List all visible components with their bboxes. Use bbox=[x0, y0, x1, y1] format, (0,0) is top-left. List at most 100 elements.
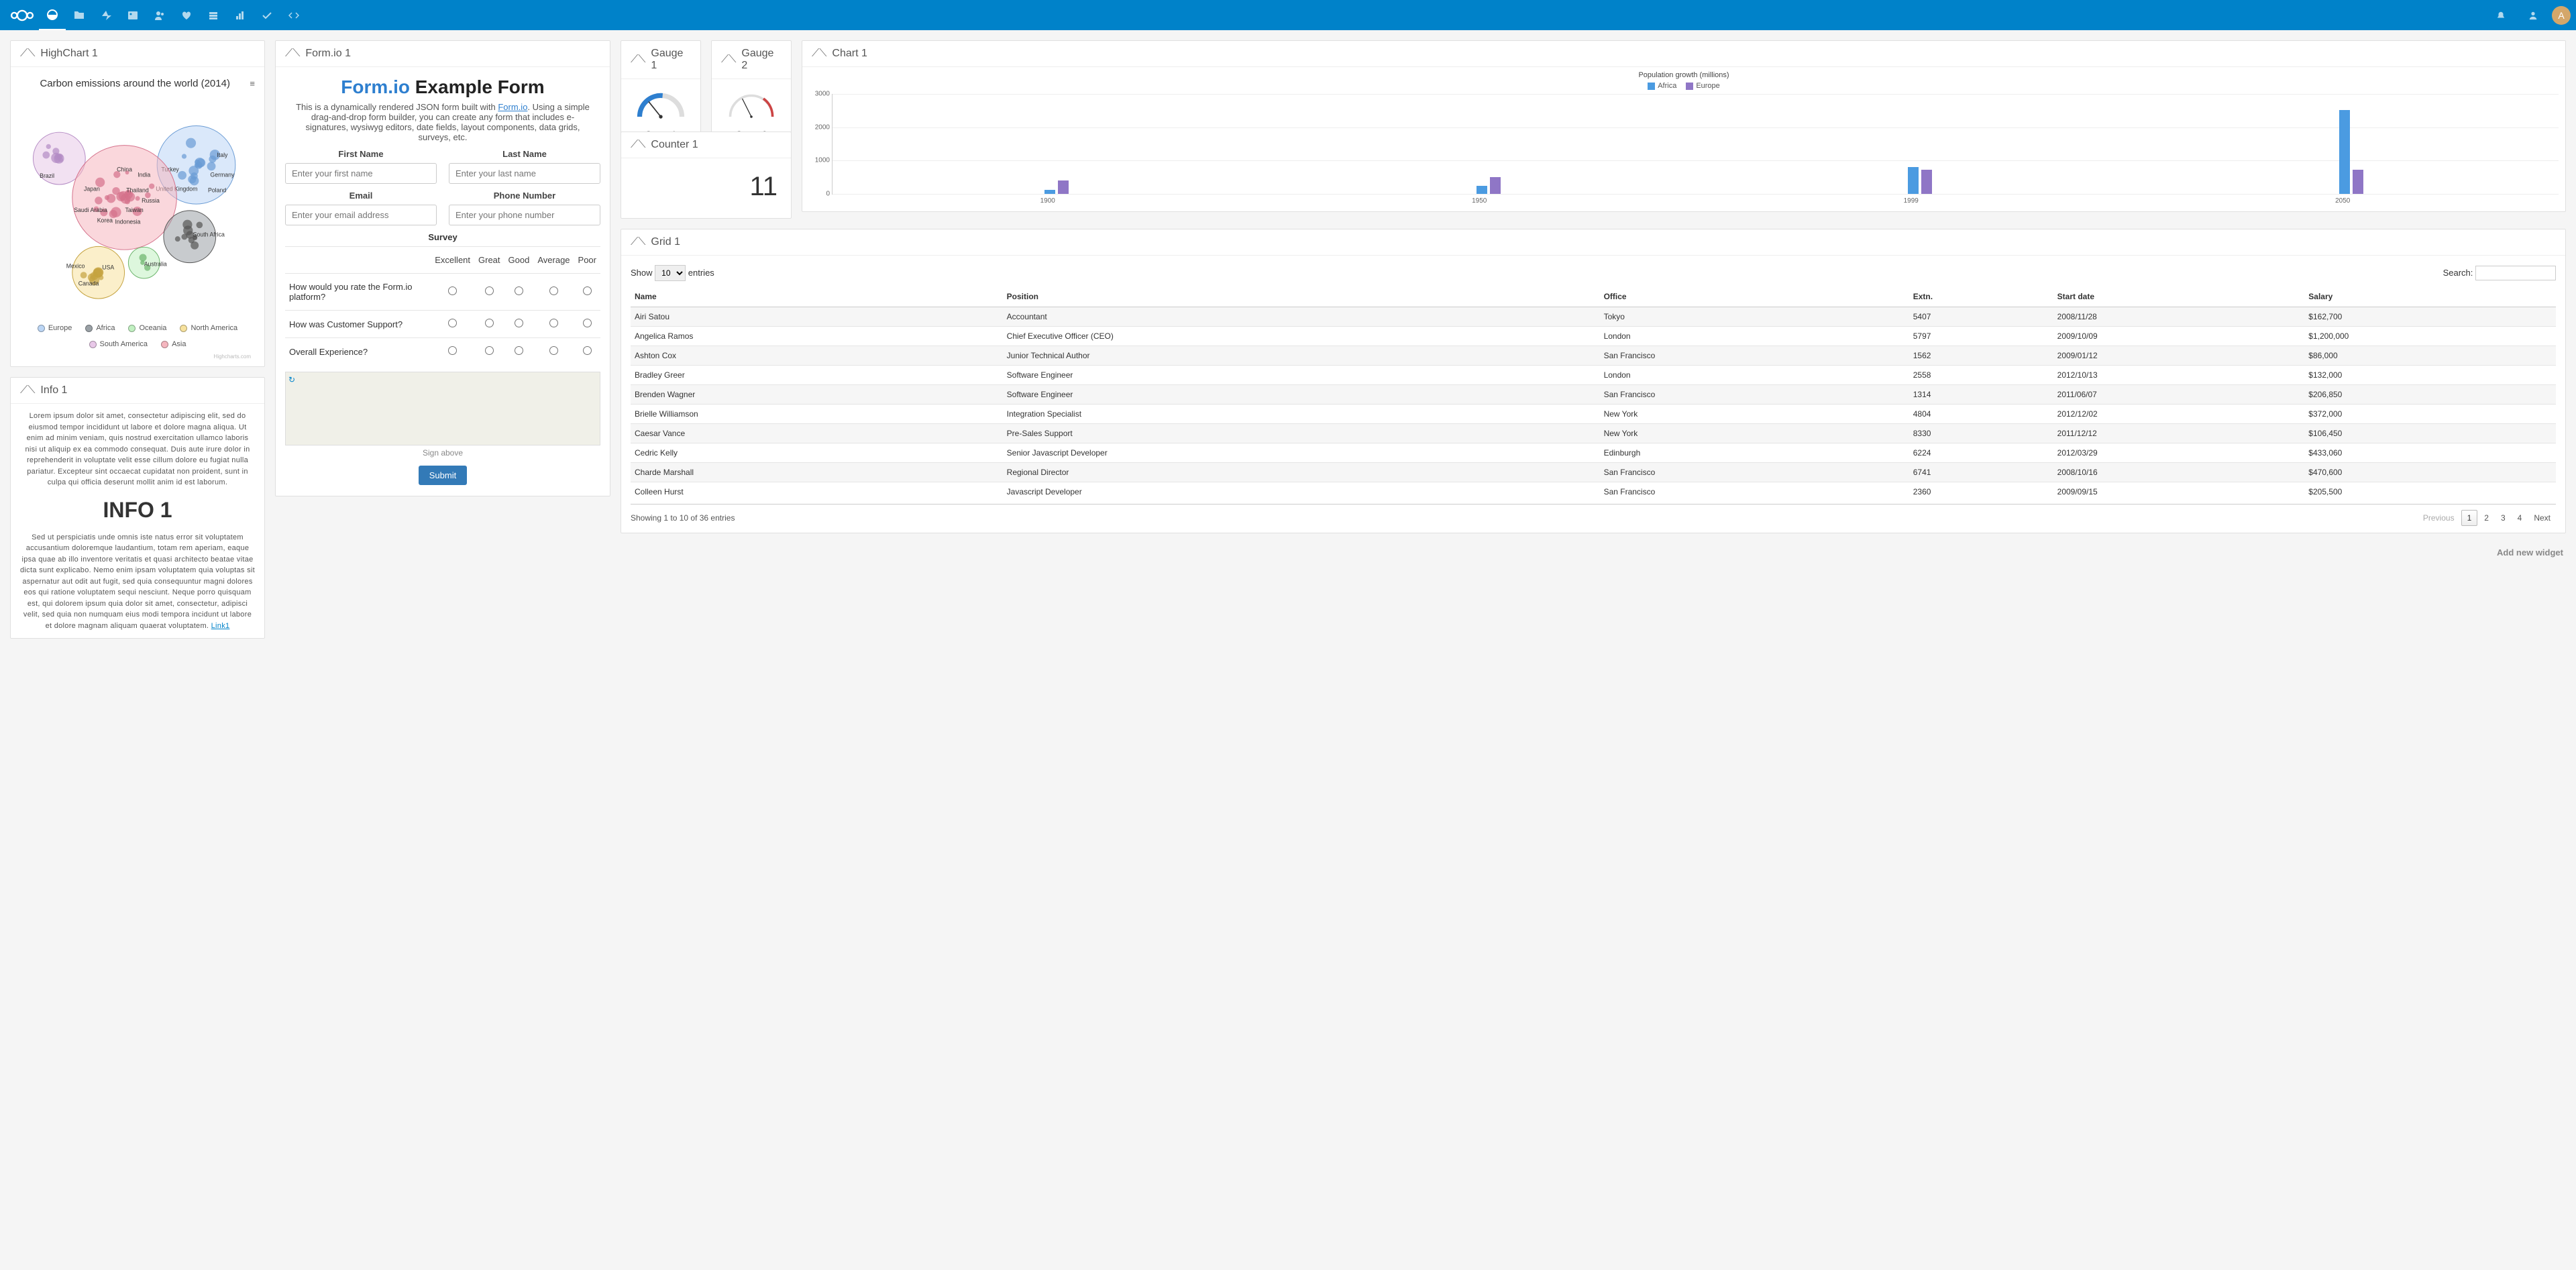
page-number[interactable]: 2 bbox=[2479, 511, 2494, 525]
main-content: ⟋⟍ HighChart 1 Carbon emissions around t… bbox=[0, 30, 2576, 649]
legend-item[interactable]: Africa bbox=[1648, 82, 1676, 90]
survey-radio[interactable] bbox=[448, 346, 457, 355]
table-row[interactable]: Caesar VancePre-Sales SupportNew York833… bbox=[631, 424, 2556, 443]
contacts-menu-icon[interactable] bbox=[2520, 0, 2546, 30]
topbar: A bbox=[0, 0, 2576, 30]
widget-chart1: ⟋⟍Chart 1 Population growth (millions) A… bbox=[802, 40, 2566, 212]
page-number[interactable]: 4 bbox=[2512, 511, 2528, 525]
counter-value: 11 bbox=[621, 158, 791, 218]
survey-radio[interactable] bbox=[448, 286, 457, 295]
info-link[interactable]: Link1 bbox=[211, 622, 230, 630]
nav-gallery-icon[interactable] bbox=[119, 0, 146, 30]
survey-radio[interactable] bbox=[583, 346, 592, 355]
survey-radio[interactable] bbox=[549, 346, 558, 355]
pulse-icon: ⟋⟍ bbox=[631, 139, 645, 151]
table-row[interactable]: Charde MarshallRegional DirectorSan Fran… bbox=[631, 463, 2556, 482]
nav-activity-icon[interactable] bbox=[93, 0, 119, 30]
column-middle: ⟋⟍ Form.io 1 Form.io Example Form This i… bbox=[275, 40, 610, 496]
bar[interactable] bbox=[1908, 167, 1919, 194]
nav-tasks-icon[interactable] bbox=[254, 0, 280, 30]
table-row[interactable]: Cedric KellySenior Javascript DeveloperE… bbox=[631, 443, 2556, 463]
page-number[interactable]: 3 bbox=[2496, 511, 2511, 525]
nav-dashboard-icon[interactable] bbox=[39, 0, 66, 30]
chart-menu-icon[interactable]: ≡ bbox=[250, 78, 255, 89]
signature-area[interactable]: ↻ bbox=[285, 372, 600, 445]
bar[interactable] bbox=[2339, 110, 2350, 194]
survey-radio[interactable] bbox=[583, 319, 592, 327]
first-name-input[interactable] bbox=[285, 163, 437, 184]
survey-radio[interactable] bbox=[549, 286, 558, 295]
add-widget-button[interactable]: Add new widget bbox=[621, 543, 2566, 562]
bar[interactable] bbox=[1058, 180, 1069, 194]
page-next[interactable]: Next bbox=[2528, 511, 2556, 525]
legend-item[interactable]: North America bbox=[180, 324, 237, 332]
legend-item[interactable]: Oceania bbox=[128, 324, 166, 332]
table-row[interactable]: Brielle WilliamsonIntegration Specialist… bbox=[631, 405, 2556, 424]
bar[interactable] bbox=[1044, 190, 1055, 195]
chart-title: Carbon emissions around the world (2014) bbox=[20, 78, 250, 89]
bar[interactable] bbox=[1921, 170, 1932, 195]
widget-info: ⟋⟍ Info 1 Lorem ipsum dolor sit amet, co… bbox=[10, 377, 265, 639]
nav-files-icon[interactable] bbox=[66, 0, 93, 30]
app-logo[interactable] bbox=[5, 9, 39, 22]
survey-radio[interactable] bbox=[583, 286, 592, 295]
entries-select[interactable]: 10 bbox=[655, 265, 686, 281]
info-heading: INFO 1 bbox=[20, 498, 255, 523]
survey-radio[interactable] bbox=[515, 319, 523, 327]
nav-code-icon[interactable] bbox=[280, 0, 307, 30]
survey-radio[interactable] bbox=[515, 346, 523, 355]
widget-gauge1: ⟋⟍Gauge 1 Gauge 1 bbox=[621, 40, 701, 145]
table-row[interactable]: Brenden WagnerSoftware EngineerSan Franc… bbox=[631, 385, 2556, 405]
user-avatar[interactable]: A bbox=[2552, 6, 2571, 25]
survey-radio[interactable] bbox=[485, 346, 494, 355]
page-prev[interactable]: Previous bbox=[2418, 511, 2460, 525]
legend-item[interactable]: Europe bbox=[1686, 82, 1719, 90]
submit-button[interactable]: Submit bbox=[419, 466, 467, 485]
formio-link[interactable]: Form.io bbox=[498, 102, 527, 112]
formio-link[interactable]: Form.io bbox=[341, 76, 410, 97]
table-row[interactable]: Airi SatouAccountantTokyo54072008/11/28$… bbox=[631, 307, 2556, 327]
bubble-chart[interactable]: BrazilTurkeyItalyGermanyUnited KingdomPo… bbox=[20, 93, 255, 321]
last-name-input[interactable] bbox=[449, 163, 600, 184]
legend-item[interactable]: Asia bbox=[161, 340, 186, 348]
widget-grid: ⟋⟍Grid 1 Show 10 entries Search: NamePos… bbox=[621, 229, 2566, 533]
column-header[interactable]: Salary bbox=[2304, 286, 2556, 307]
y-tick: 0 bbox=[810, 191, 830, 198]
widget-header: ⟋⟍Counter 1 bbox=[621, 132, 791, 158]
bar[interactable] bbox=[1490, 177, 1501, 194]
nav-contacts-icon[interactable] bbox=[146, 0, 173, 30]
column-header[interactable]: Office bbox=[1600, 286, 1909, 307]
widget-form: ⟋⟍ Form.io 1 Form.io Example Form This i… bbox=[275, 40, 610, 496]
column-header[interactable]: Position bbox=[1003, 286, 1600, 307]
table-row[interactable]: Angelica RamosChief Executive Officer (C… bbox=[631, 327, 2556, 346]
widget-title: Gauge 1 bbox=[651, 48, 691, 72]
nav-analytics-icon[interactable] bbox=[227, 0, 254, 30]
survey-radio[interactable] bbox=[549, 319, 558, 327]
widget-title: Chart 1 bbox=[832, 48, 867, 60]
nav-deck-icon[interactable] bbox=[200, 0, 227, 30]
phone-input[interactable] bbox=[449, 205, 600, 225]
column-header[interactable]: Start date bbox=[2053, 286, 2305, 307]
column-header[interactable]: Name bbox=[631, 286, 1003, 307]
survey-radio[interactable] bbox=[515, 286, 523, 295]
bar[interactable] bbox=[2353, 170, 2363, 195]
table-row[interactable]: Ashton CoxJunior Technical AuthorSan Fra… bbox=[631, 346, 2556, 366]
email-input[interactable] bbox=[285, 205, 437, 225]
nav-favorites-icon[interactable] bbox=[173, 0, 200, 30]
search-input[interactable] bbox=[2475, 266, 2556, 280]
page-number[interactable]: 1 bbox=[2461, 510, 2478, 526]
column-header[interactable]: Extn. bbox=[1909, 286, 2053, 307]
widget-title: HighChart 1 bbox=[40, 48, 97, 60]
survey-radio[interactable] bbox=[485, 286, 494, 295]
survey-radio[interactable] bbox=[485, 319, 494, 327]
legend-item[interactable]: Europe bbox=[38, 324, 72, 332]
refresh-icon[interactable]: ↻ bbox=[288, 375, 295, 384]
search-label: Search: bbox=[2443, 268, 2473, 278]
survey-radio[interactable] bbox=[448, 319, 457, 327]
legend-item[interactable]: Africa bbox=[85, 324, 115, 332]
table-row[interactable]: Colleen HurstJavascript DeveloperSan Fra… bbox=[631, 482, 2556, 502]
notifications-icon[interactable] bbox=[2487, 0, 2514, 30]
table-row[interactable]: Bradley GreerSoftware EngineerLondon2558… bbox=[631, 366, 2556, 385]
bar[interactable] bbox=[1477, 186, 1487, 194]
legend-item[interactable]: South America bbox=[89, 340, 148, 348]
